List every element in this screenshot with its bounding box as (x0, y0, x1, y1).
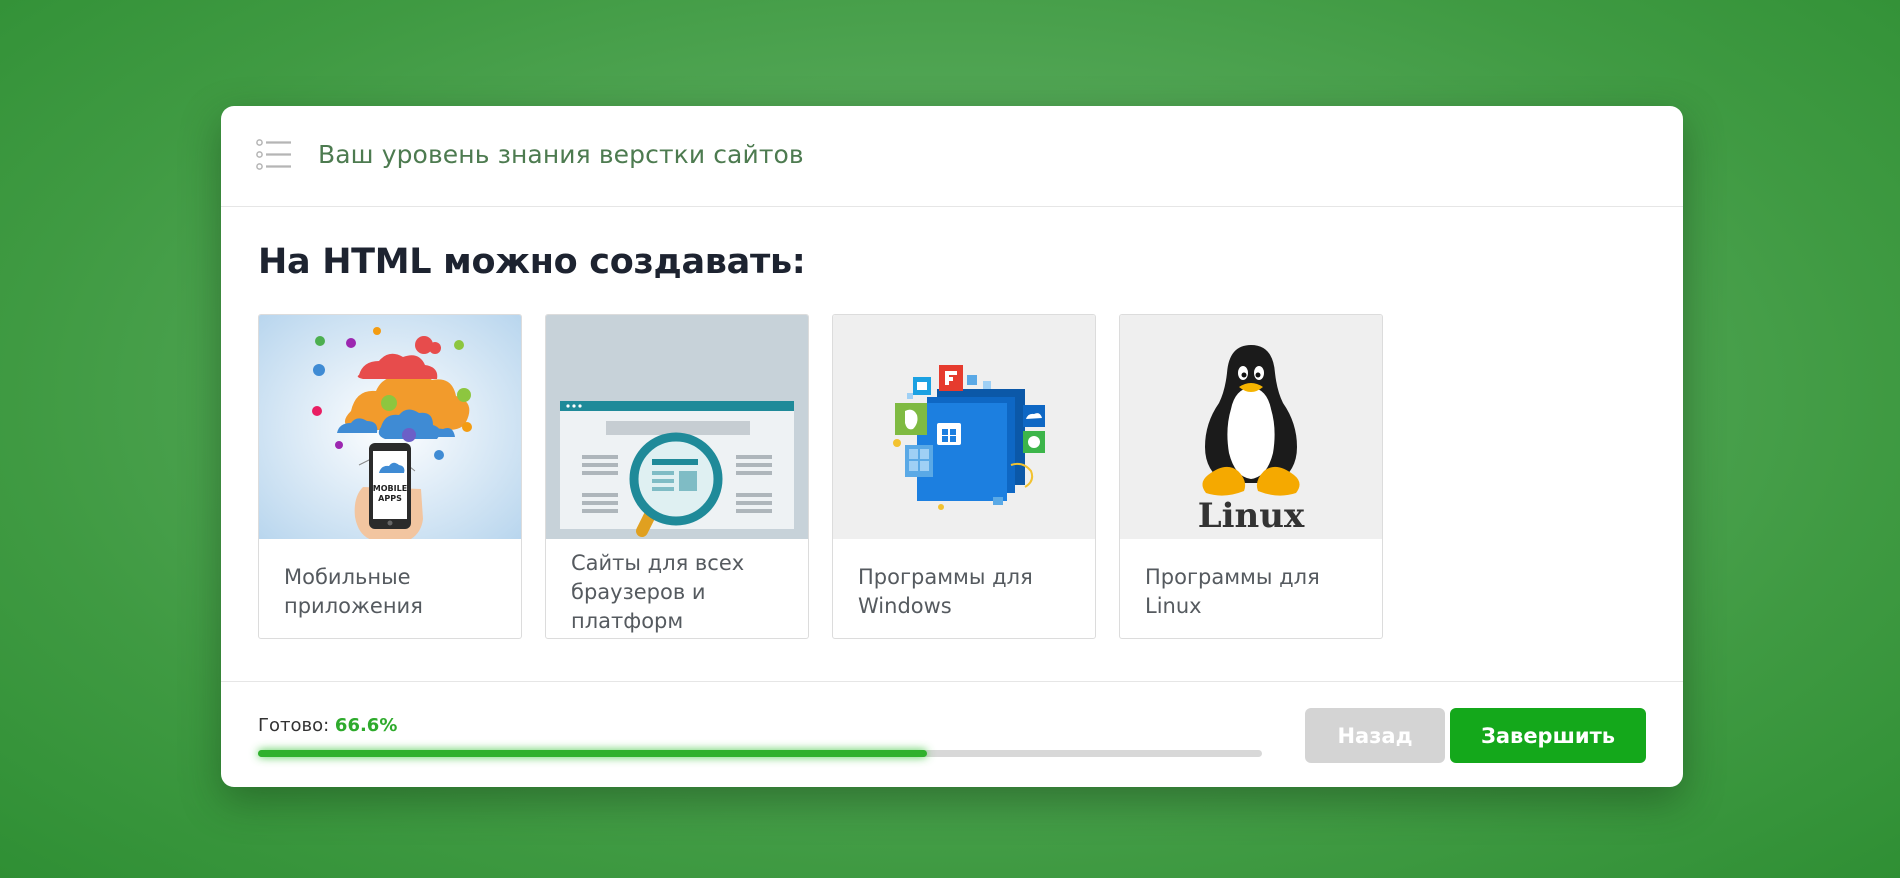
svg-text:MOBILE: MOBILE (373, 484, 407, 493)
linux-logo-text: Linux (1198, 496, 1305, 536)
linux-tux-image: Linux (1120, 315, 1382, 539)
option-all-browsers[interactable]: Сайты для всех браузеров и платформ (545, 314, 809, 639)
progress-bar (258, 750, 1262, 757)
quiz-title: Ваш уровень знания верстки сайтов (318, 140, 804, 169)
question-title: На HTML можно создавать: (258, 242, 806, 282)
option-label: Сайты для всех браузеров и платформ (571, 551, 745, 633)
mobile-apps-image: MOBILE APPS (259, 315, 521, 539)
list-icon (256, 139, 291, 170)
option-label: Программы для Windows (858, 565, 1033, 618)
progress-label-text: Готово: (258, 715, 330, 736)
windows-apps-image (833, 315, 1095, 539)
option-mobile-apps[interactable]: MOBILE APPS Мобильные приложения (258, 314, 522, 639)
svg-text:APPS: APPS (378, 494, 402, 503)
website-magnifier-image (546, 315, 808, 539)
progress-label: Готово: 66.6% (258, 715, 397, 736)
back-button[interactable]: Назад (1305, 708, 1445, 763)
option-linux-programs[interactable]: Linux Программы для Linux (1119, 314, 1383, 639)
progress-fill (258, 750, 927, 757)
option-label: Программы для Linux (1145, 565, 1320, 618)
quiz-card: Ваш уровень знания верстки сайтов На HTM… (221, 106, 1683, 787)
option-windows-programs[interactable]: Программы для Windows (832, 314, 1096, 639)
quiz-header: Ваш уровень знания верстки сайтов (221, 106, 1683, 207)
option-label: Мобильные приложения (284, 565, 423, 618)
finish-button[interactable]: Завершить (1450, 708, 1646, 763)
quiz-footer: Готово: 66.6% Назад Завершить (221, 681, 1683, 787)
progress-value: 66.6% (334, 715, 398, 736)
